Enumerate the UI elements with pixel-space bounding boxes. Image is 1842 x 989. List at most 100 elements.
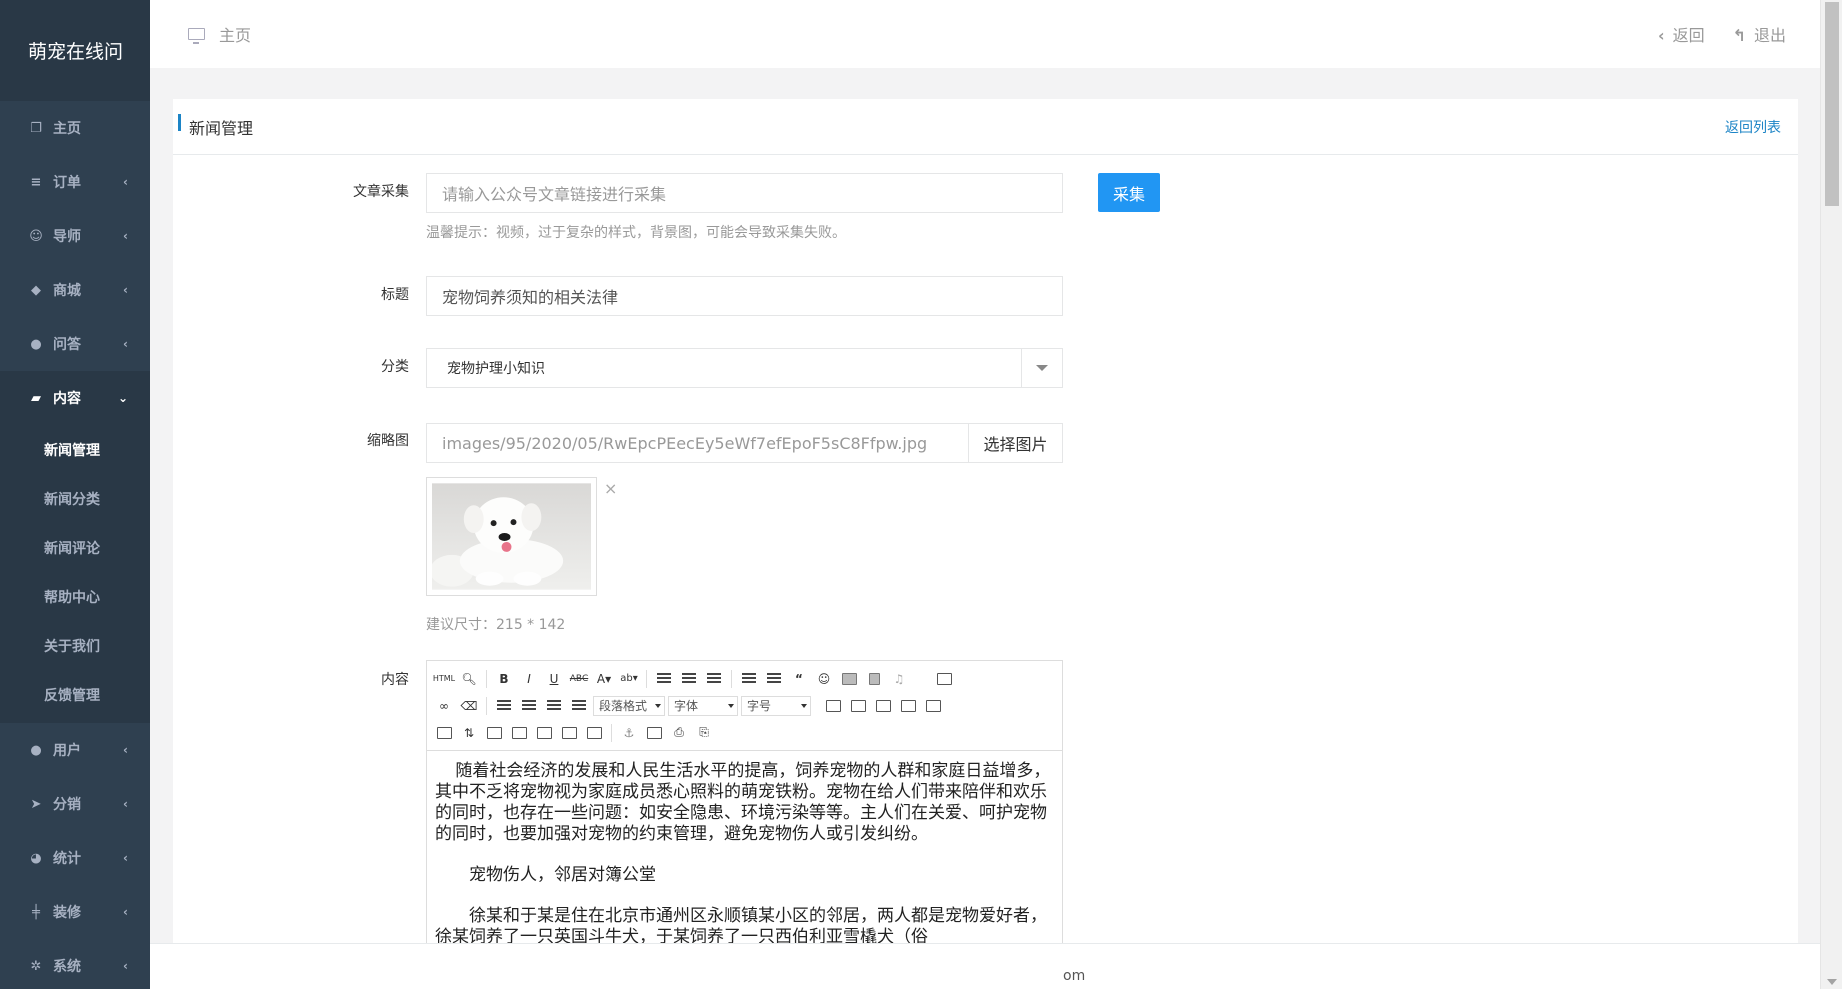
chevron-left-icon: ‹ [1657, 26, 1665, 45]
sidebar-item-label: 商城 [53, 283, 81, 299]
subnav-label: 反馈管理 [44, 687, 100, 704]
unordered-list-icon[interactable] [763, 668, 785, 690]
sidebar-item-decoration[interactable]: ╪ 装修 ‹ [0, 885, 150, 939]
subnav-news-management[interactable]: 新闻管理 [0, 425, 150, 474]
blockquote-icon[interactable]: “ [788, 668, 810, 690]
line-height-icon[interactable] [543, 695, 565, 717]
content-paragraph: 宠物伤人，邻居对簿公堂 [469, 865, 656, 885]
copy-icon: ❐ [30, 120, 42, 136]
paste-icon[interactable]: ⎘ [693, 722, 715, 744]
insert-row-icon[interactable] [897, 695, 919, 717]
font-size-select[interactable]: 字号 [741, 695, 811, 716]
row-spacing-bottom-icon[interactable] [518, 695, 540, 717]
subnav-feedback[interactable]: 反馈管理 [0, 670, 150, 719]
scrollbar-thumb[interactable] [1825, 2, 1839, 206]
sidebar-item-statistics[interactable]: ◕ 统计 ‹ [0, 831, 150, 885]
highlight-icon[interactable]: ab▾ [618, 668, 640, 690]
table-props-icon[interactable] [847, 695, 869, 717]
fullscreen-icon[interactable] [933, 668, 955, 690]
sidebar-item-label: 导师 [53, 229, 81, 245]
print-icon[interactable]: ⎙ [668, 722, 690, 744]
subnav-news-category[interactable]: 新闻分类 [0, 474, 150, 523]
link-icon[interactable]: ∞ [433, 695, 455, 717]
video-icon[interactable] [863, 668, 885, 690]
sidebar-item-distribution[interactable]: ➤ 分销 ‹ [0, 777, 150, 831]
sidebar-item-home[interactable]: ❐ 主页 [0, 101, 150, 155]
insert-col-icon[interactable] [922, 695, 944, 717]
logout-button[interactable]: ↰ 退出 [1733, 22, 1786, 46]
brand-logo[interactable]: 萌宠在线问 [0, 0, 150, 101]
subnav-label: 新闻管理 [44, 442, 100, 459]
preview-icon[interactable]: 🔍︎ [458, 668, 480, 690]
font-color-icon[interactable]: A▾ [593, 668, 615, 690]
emoji-icon[interactable]: ☺ [813, 668, 835, 690]
toolbar-separator [486, 696, 487, 715]
align-left-icon[interactable] [653, 668, 675, 690]
sidebar-item-mall[interactable]: ◆ 商城 ‹ [0, 263, 150, 317]
table-icon[interactable] [822, 695, 844, 717]
merge-icon[interactable]: ⇅ [458, 722, 480, 744]
subnav-about-us[interactable]: 关于我们 [0, 621, 150, 670]
panel-title: 新闻管理 [189, 118, 254, 138]
table-title-icon[interactable] [872, 695, 894, 717]
strikethrough-icon[interactable]: ABC [568, 668, 590, 690]
indent-icon[interactable] [568, 695, 590, 717]
back-label: 返回 [1672, 26, 1705, 45]
paragraph-format-select[interactable]: 段落格式 [593, 695, 665, 716]
merge-right-icon[interactable] [583, 722, 605, 744]
html-source-button[interactable]: HTML [433, 668, 455, 690]
bold-icon[interactable]: B [493, 668, 515, 690]
align-center-icon[interactable] [678, 668, 700, 690]
remove-thumbnail-icon[interactable]: × [604, 479, 617, 498]
underline-icon[interactable]: U [543, 668, 565, 690]
merge-cells-icon[interactable] [558, 722, 580, 744]
breadcrumb[interactable]: 主页 [188, 22, 251, 46]
font-family-select[interactable]: 字体 [668, 695, 738, 716]
brand-text: 萌宠在线问 [28, 41, 124, 63]
footer-text: om [1063, 968, 1086, 984]
breadcrumb-home: 主页 [219, 26, 252, 45]
sidebar-item-system[interactable]: ✲ 系统 ‹ [0, 939, 150, 989]
sidebar-item-content[interactable]: ▰ 内容 ⌄ [0, 371, 150, 425]
subnav-help-center[interactable]: 帮助中心 [0, 572, 150, 621]
thumbnail-preview [426, 477, 597, 596]
scroll-down-icon[interactable] [1827, 979, 1837, 985]
content-paragraph: 随着社会经济的发展和人民生活水平的提高，饲养宠物的人群和家庭日益增多，其中不乏将… [435, 761, 1051, 844]
subnav-label: 帮助中心 [44, 589, 100, 606]
back-button[interactable]: ‹ 返回 [1658, 22, 1705, 46]
sidebar-item-qa[interactable]: ● 问答 ‹ [0, 317, 150, 371]
subnav-news-comments[interactable]: 新闻评论 [0, 523, 150, 572]
select-image-button[interactable]: 选择图片 [968, 424, 1062, 462]
category-select[interactable]: 宠物护理小知识 [426, 348, 1063, 388]
chevron-left-icon: ‹ [123, 905, 128, 919]
sidebar-item-users[interactable]: ● 用户 ‹ [0, 723, 150, 777]
music-icon[interactable]: ♫ [888, 668, 910, 690]
collect-button[interactable]: 采集 [1098, 173, 1160, 212]
image-icon[interactable] [838, 668, 860, 690]
sidebar-item-label: 装修 [53, 905, 81, 921]
ordered-list-icon[interactable] [738, 668, 760, 690]
chevron-down-icon: ⌄ [117, 391, 128, 405]
italic-icon[interactable]: I [518, 668, 540, 690]
split-rows-icon[interactable] [508, 722, 530, 744]
back-to-list-link[interactable]: 返回列表 [1725, 117, 1781, 137]
delete-col-icon[interactable] [433, 722, 455, 744]
sidebar-item-orders[interactable]: ≡ 订单 ‹ [0, 155, 150, 209]
user-icon: ● [30, 742, 42, 758]
rich-text-editor[interactable]: HTML 🔍︎ B I U ABC A▾ ab▾ “ ☺ ♫ ∞ ⌫ 段落格式 … [426, 660, 1063, 989]
anchor-icon[interactable]: ⚓︎ [618, 722, 640, 744]
align-right-icon[interactable] [703, 668, 725, 690]
footer [150, 943, 1820, 989]
row-spacing-top-icon[interactable] [493, 695, 515, 717]
split-cells-icon[interactable] [483, 722, 505, 744]
collect-url-input[interactable]: 请输入公众号文章链接进行采集 [426, 173, 1063, 213]
sidebar-item-tutors[interactable]: ☺ 导师 ‹ [0, 209, 150, 263]
thumbnail-path-input[interactable]: images/95/2020/05/RwEpcPEecEy5eWf7efEpoF… [426, 423, 1063, 463]
chevron-left-icon: ‹ [123, 229, 128, 243]
eraser-icon[interactable]: ⌫ [458, 695, 480, 717]
title-input[interactable]: 宠物饲养须知的相关法律 [426, 276, 1063, 316]
split-cols-icon[interactable] [533, 722, 555, 744]
page-break-icon[interactable] [643, 722, 665, 744]
page-scrollbar[interactable] [1820, 0, 1842, 989]
sidebar-item-label: 主页 [53, 121, 81, 137]
